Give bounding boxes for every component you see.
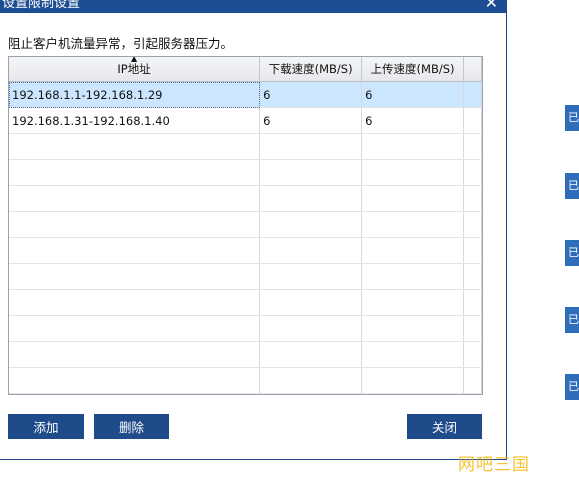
empty-row — [9, 237, 482, 264]
cell-ip[interactable]: 192.168.1.1-192.168.1.29 — [9, 81, 261, 108]
cell-ip[interactable]: 192.168.1.31-192.168.1.40 — [9, 107, 261, 134]
empty-row — [9, 159, 482, 186]
empty-row — [9, 133, 482, 160]
side-tab-3[interactable]: 已 — [565, 240, 579, 266]
dialog-title-bar[interactable]: 设置限制设置 ✕ — [0, 0, 506, 13]
cell-upload[interactable]: 6 — [361, 81, 465, 108]
empty-row — [9, 341, 482, 368]
close-button[interactable]: 关闭 — [407, 414, 482, 439]
ip-speed-table[interactable]: ▲ IP地址 下载速度(MB/S) 上传速度(MB/S) 192.168.1.1-… — [8, 56, 483, 395]
cell-filler — [463, 107, 482, 134]
dialog-description: 阻止客户机流量异常，引起服务器压力。 — [8, 36, 234, 51]
empty-row — [9, 289, 482, 316]
cell-download[interactable]: 6 — [259, 107, 363, 134]
column-header-download[interactable]: 下载速度(MB/S) — [259, 57, 363, 82]
close-icon[interactable]: ✕ — [485, 0, 498, 12]
table-row[interactable]: 192.168.1.31-192.168.1.40 6 6 — [9, 107, 482, 134]
empty-row — [9, 315, 482, 342]
side-tab-2[interactable]: 已 — [565, 173, 579, 199]
cell-download[interactable]: 6 — [259, 81, 363, 108]
column-header-upload[interactable]: 上传速度(MB/S) — [361, 57, 465, 82]
sort-arrow-icon: ▲ — [130, 57, 138, 63]
table-row[interactable]: 192.168.1.1-192.168.1.29 6 6 — [9, 81, 482, 108]
speed-limit-dialog: 设置限制设置 ✕ 阻止客户机流量异常，引起服务器压力。 ▲ IP地址 下载速度(M… — [0, 0, 507, 460]
add-button[interactable]: 添加 — [8, 414, 84, 439]
side-tab-4[interactable]: 已 — [565, 307, 579, 333]
dialog-title: 设置限制设置 — [2, 0, 81, 11]
table-header-row: ▲ IP地址 下载速度(MB/S) 上传速度(MB/S) — [9, 57, 482, 82]
side-tab-5[interactable]: 已 — [565, 374, 579, 400]
cell-upload[interactable]: 6 — [361, 107, 465, 134]
watermark-logo: 网吧三国 — [458, 455, 530, 475]
empty-row — [9, 211, 482, 238]
empty-row — [9, 185, 482, 212]
column-header-ip[interactable]: ▲ IP地址 — [9, 57, 261, 82]
ip-speed-grid: ▲ IP地址 下载速度(MB/S) 上传速度(MB/S) 192.168.1.1-… — [9, 57, 482, 394]
column-header-filler — [463, 57, 482, 82]
empty-row — [9, 367, 482, 394]
empty-row — [9, 263, 482, 290]
delete-button[interactable]: 删除 — [94, 414, 169, 439]
cell-filler — [463, 81, 482, 108]
side-tab-1[interactable]: 已 — [565, 105, 579, 131]
